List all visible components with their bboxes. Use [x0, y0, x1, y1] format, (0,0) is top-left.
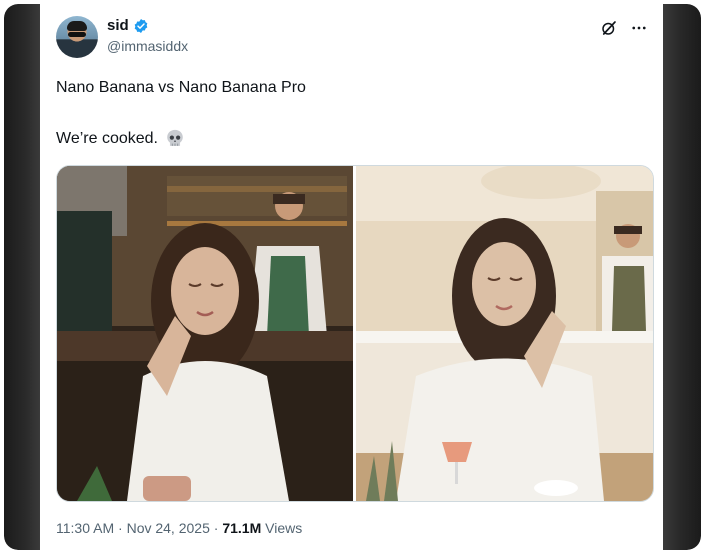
photo-left[interactable] [57, 166, 353, 501]
media-grid[interactable] [56, 165, 654, 502]
screenshot-frame: sid @immasiddx Nano Banana vs Nano Banan… [4, 4, 701, 550]
views-count[interactable]: 71.1M [222, 520, 261, 536]
tweet-text-line1: Nano Banana vs Nano Banana Pro [56, 79, 306, 96]
avatar-hair [67, 21, 87, 31]
tweet-meta: 11:30 AM · Nov 24, 2025 · 71.1M Views [56, 520, 302, 536]
tweet-text-line2: We’re cooked. [56, 128, 186, 150]
photo-right-illustration [356, 166, 653, 501]
meta-separator-1: · [118, 520, 127, 536]
grok-icon[interactable] [599, 18, 619, 38]
photo-right[interactable] [356, 166, 653, 501]
tweet-top-actions [599, 18, 649, 38]
verified-badge-icon [134, 18, 148, 33]
tweet-time[interactable]: 11:30 AM [56, 520, 114, 536]
tweet-card: sid @immasiddx Nano Banana vs Nano Banan… [40, 4, 663, 550]
tweet-date[interactable]: Nov 24, 2025 [127, 520, 210, 536]
tweet-text-line2-text: We’re cooked. [56, 130, 158, 147]
author-name-row: sid [107, 17, 149, 34]
backdrop-left [4, 4, 40, 550]
avatar-glasses [68, 32, 86, 37]
skull-emoji-icon [167, 129, 183, 146]
author-handle[interactable]: @immasiddx [107, 38, 188, 54]
backdrop-right [663, 4, 701, 550]
views-label: Views [265, 520, 303, 536]
author-name[interactable]: sid [107, 17, 129, 34]
avatar[interactable] [56, 16, 98, 58]
photo-left-illustration [57, 166, 353, 501]
more-options-icon[interactable] [629, 18, 649, 38]
